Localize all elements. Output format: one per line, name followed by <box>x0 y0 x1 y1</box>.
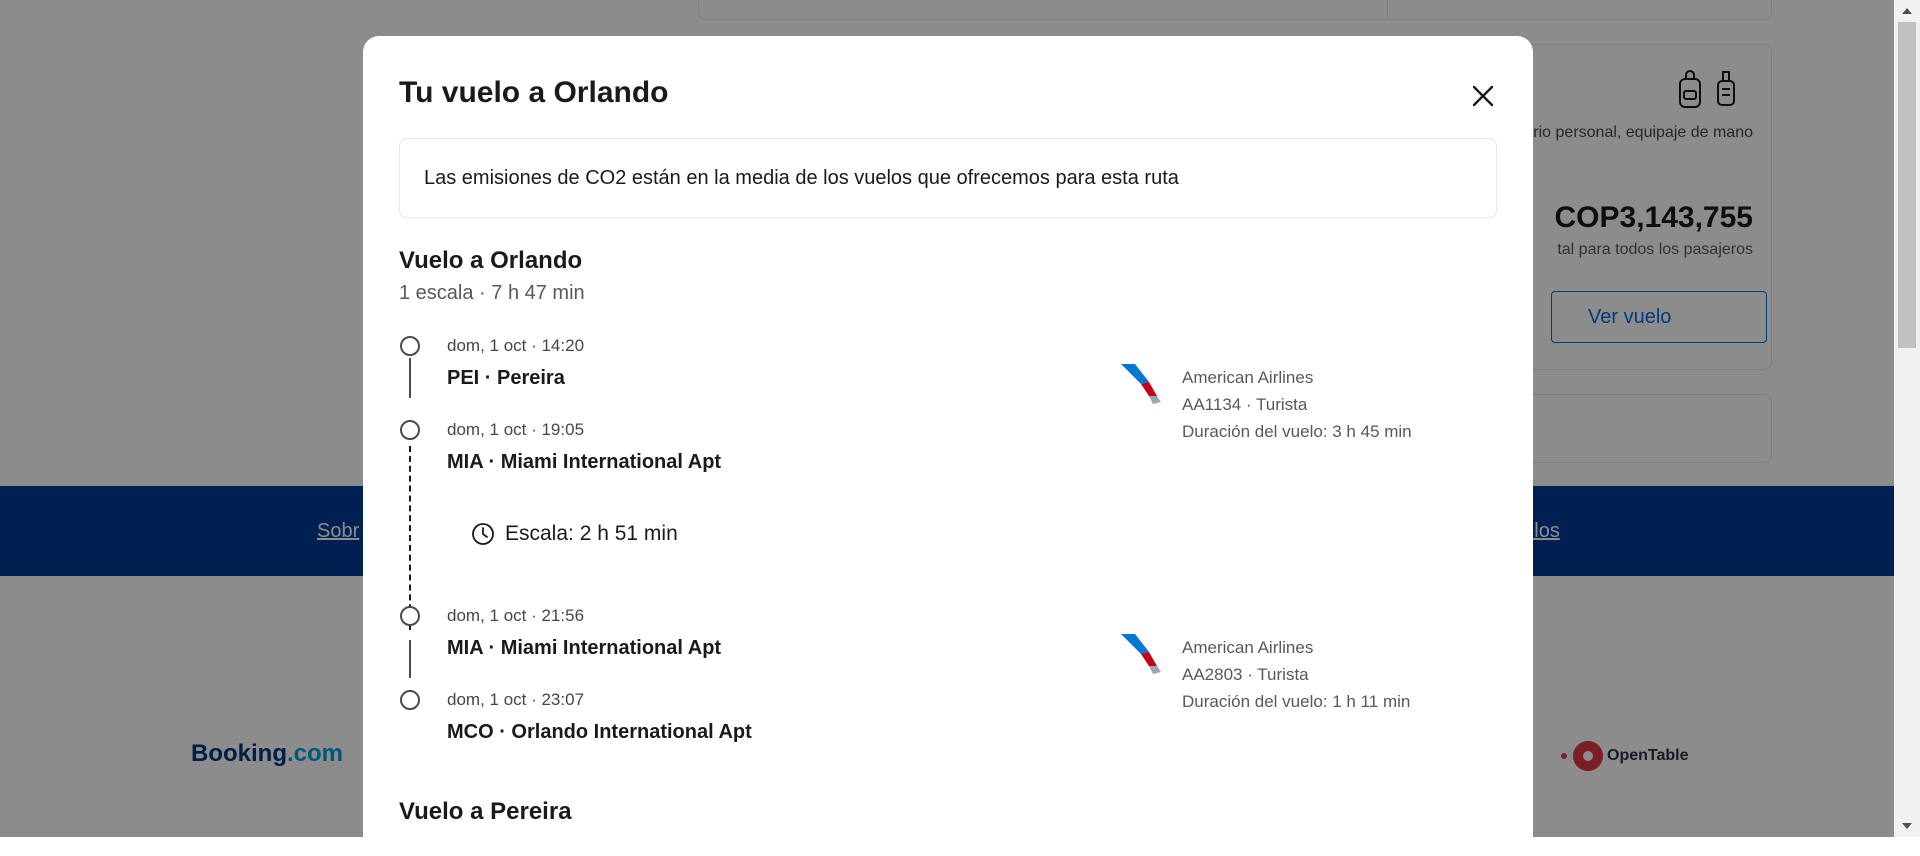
return-flight-title: Vuelo a Pereira <box>399 798 572 825</box>
arrival-time: dom, 1 oct · 19:05 <box>447 420 585 439</box>
layover-dashed-line <box>409 446 411 630</box>
departure-time: dom, 1 oct · 14:20 <box>447 336 585 355</box>
american-airlines-logo <box>1121 364 1161 404</box>
timeline-stop-dot <box>400 690 420 710</box>
timeline-stop-dot <box>400 420 420 440</box>
co2-emissions-notice: Las emisiones de CO2 están en la media d… <box>399 138 1497 218</box>
modal-title: Tu vuelo a Orlando <box>399 76 669 109</box>
flight-duration: Duración del vuelo: 3 h 45 min <box>1182 422 1412 441</box>
clock-icon <box>472 523 494 545</box>
segment-airline-info: American Airlines AA1134 · Turista Durac… <box>1182 364 1412 445</box>
timeline-stop-dot <box>400 336 420 356</box>
close-button[interactable] <box>1463 76 1503 116</box>
layover-duration: Escala: 2 h 51 min <box>505 522 678 545</box>
scroll-down-arrow[interactable] <box>1902 823 1912 829</box>
scrollbar-thumb[interactable] <box>1898 22 1916 348</box>
flight-duration: Duración del vuelo: 1 h 11 min <box>1182 692 1411 711</box>
arrival-time: dom, 1 oct · 23:07 <box>447 690 585 709</box>
american-airlines-logo <box>1121 634 1161 674</box>
outbound-flight-summary: 1 escala · 7 h 47 min <box>399 282 585 304</box>
departure-time: dom, 1 oct · 21:56 <box>447 606 585 625</box>
timeline-stop-dot <box>400 606 420 626</box>
flight-details-modal: Tu vuelo a Orlando Las emisiones de CO2 … <box>363 36 1533 856</box>
page-scrollbar[interactable] <box>1894 0 1920 837</box>
close-icon[interactable] <box>1463 76 1503 116</box>
airline-name: American Airlines <box>1182 368 1314 387</box>
arrival-airport: MIA · Miami International Apt <box>447 451 722 473</box>
arrival-airport: MCO · Orlando International Apt <box>447 721 752 743</box>
layover-info: Escala: 2 h 51 min <box>471 522 678 546</box>
flight-number-class: AA2803 · Turista <box>1182 665 1309 684</box>
departure-airport: MIA · Miami International Apt <box>447 637 722 659</box>
timeline-line <box>409 640 411 678</box>
timeline-line <box>409 358 411 398</box>
outbound-flight-title: Vuelo a Orlando <box>399 247 583 274</box>
flight-number-class: AA1134 · Turista <box>1182 395 1308 414</box>
departure-airport: PEI · Pereira <box>447 367 565 389</box>
segment-airline-info: American Airlines AA2803 · Turista Durac… <box>1182 634 1410 715</box>
scroll-up-arrow[interactable] <box>1902 8 1912 14</box>
airline-name: American Airlines <box>1182 638 1314 657</box>
